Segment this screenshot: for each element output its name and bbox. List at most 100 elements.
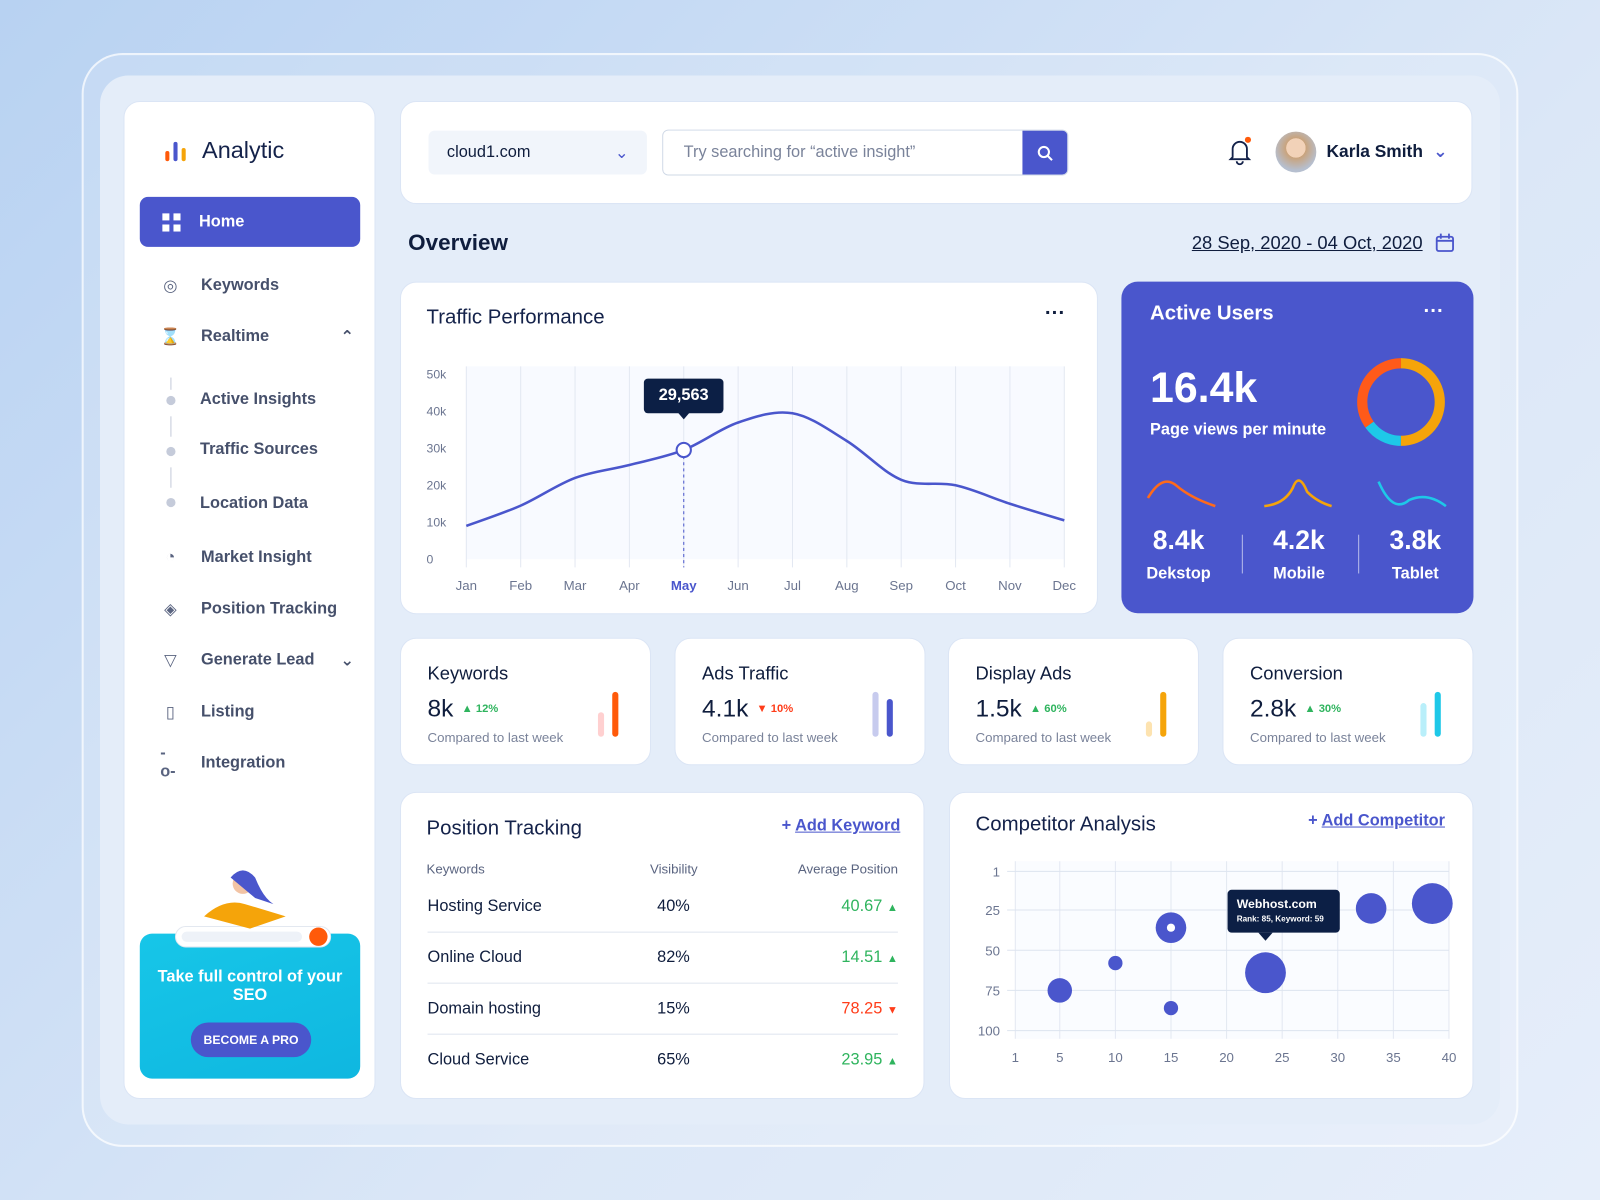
- kpi-change: ▲ 12%: [462, 703, 499, 715]
- position-cell: 40.67 ▲: [753, 897, 898, 915]
- divider: [170, 377, 172, 390]
- filter-icon: ▽: [164, 652, 177, 670]
- calendar-icon: [1435, 233, 1455, 252]
- sidebar-item-active-insights[interactable]: Active Insights: [200, 391, 316, 409]
- divider: [1241, 534, 1243, 574]
- sidebar-item-listing[interactable]: ▯ Listing: [160, 702, 354, 722]
- user-menu[interactable]: Karla Smith ⌄: [1275, 131, 1448, 173]
- logo[interactable]: Analytic: [163, 137, 284, 165]
- bullet: [166, 497, 176, 508]
- search-input[interactable]: [663, 130, 1023, 175]
- sparkline-desktop: [1146, 480, 1216, 508]
- arrow-up-icon: ▲: [1029, 703, 1042, 716]
- sidebar-item-market-insight[interactable]: ◔ Market Insight: [160, 548, 354, 568]
- x-tick-label: Jul: [784, 578, 801, 593]
- more-icon[interactable]: ···: [1423, 300, 1443, 323]
- position-value: 14.51: [841, 948, 883, 966]
- device-donut-chart: [1357, 358, 1445, 446]
- sidebar-item-home[interactable]: Home: [139, 196, 361, 247]
- mobile-label: Mobile: [1273, 565, 1325, 583]
- commit-icon: -o-: [160, 744, 176, 781]
- y-tick-label: 50k: [427, 368, 448, 382]
- x-tick-label: Nov: [998, 578, 1022, 593]
- competitor-scatter-chart: 1 5 10 15 20 25 30 35 401255075100: [978, 861, 1457, 1065]
- date-range-picker[interactable]: 28 Sep, 2020 - 04 Oct, 2020: [1192, 233, 1455, 254]
- sidebar-item-traffic-sources[interactable]: Traffic Sources: [200, 441, 318, 459]
- table-row[interactable]: Hosting Service 40% 40.67 ▲: [427, 882, 898, 933]
- tablet-label: Tablet: [1391, 565, 1439, 583]
- sparkline-mobile: [1264, 479, 1332, 508]
- tablet-value: 3.8k: [1389, 524, 1442, 556]
- table-row[interactable]: Online Cloud 82% 14.51 ▲: [427, 933, 898, 984]
- y-tick-label: 10k: [427, 515, 448, 529]
- kpi-caption: Compared to last week: [1249, 729, 1386, 745]
- mobile-value: 4.2k: [1273, 524, 1325, 556]
- promo-title: Take full control of your SEO: [157, 968, 343, 1005]
- chevron-up-icon: ⌃: [340, 328, 355, 346]
- x-tick-label: 30: [1330, 1050, 1345, 1065]
- device-sparklines: [1146, 479, 1447, 508]
- site-select-value: cloud1.com: [446, 143, 531, 161]
- divider: [170, 467, 172, 488]
- kpi-change-value: 10%: [770, 703, 794, 716]
- bell-icon[interactable]: [1227, 136, 1254, 166]
- kpi-change: ▼ 10%: [756, 703, 793, 715]
- kpi-caption: Compared to last week: [975, 729, 1112, 745]
- sidebar-item-label: Realtime: [201, 327, 270, 345]
- sidebar-item-label: Position Tracking: [201, 599, 338, 618]
- sidebar-item-position-tracking[interactable]: ◈ Position Tracking: [160, 599, 354, 619]
- plot-area: [466, 366, 1065, 560]
- kpi-value: 8k: [427, 694, 454, 723]
- keyword-cell: Domain hosting: [427, 999, 541, 1017]
- x-tick-label: 1: [1012, 1050, 1019, 1065]
- become-pro-button[interactable]: BECOME A PRO: [190, 1022, 312, 1058]
- position-cell: 14.51 ▲: [753, 948, 898, 966]
- search-button[interactable]: [1022, 130, 1068, 175]
- x-tick-label: Sep: [889, 578, 913, 593]
- position-cell: 23.95 ▲: [753, 1051, 898, 1069]
- tooltip-text: Rank: 85, Keyword: 59: [1236, 914, 1324, 924]
- traffic-line-chart: Jan Feb Mar Apr May Jun Jul Aug Sep Oct Nov Dec 0 10k…: [427, 366, 1076, 593]
- sidebar-item-integration[interactable]: -o- Integration: [160, 744, 354, 781]
- x-tick-label: 40: [1442, 1050, 1457, 1065]
- sidebar-item-realtime[interactable]: ⌛ Realtime ⌃: [160, 327, 354, 347]
- clipboard-icon: ▯: [165, 704, 175, 722]
- search-bar: [662, 129, 1069, 176]
- highlight-point: [675, 441, 692, 459]
- kpi-title: Keywords: [427, 663, 509, 684]
- add-keyword-link[interactable]: + Add Keyword: [782, 817, 901, 835]
- promo-illustration: [174, 870, 332, 948]
- y-tick-label: 25: [985, 903, 1000, 918]
- arrow-down-icon: ▼: [756, 703, 768, 716]
- table-row[interactable]: Domain hosting 15% 78.25 ▼: [427, 984, 898, 1035]
- sidebar-item-generate-lead[interactable]: ▽ Generate Lead ⌄: [160, 650, 354, 670]
- sidebar-item-keywords[interactable]: ◎ Keywords: [160, 276, 354, 296]
- kpi-value: 1.5k: [975, 694, 1022, 723]
- y-tick-label: 1: [993, 865, 1000, 880]
- sparkline-tablet: [1377, 481, 1447, 508]
- y-tick-label: 100: [978, 1024, 1000, 1039]
- kpi-card: Ads Traffic 4.1k ▼ 10% Compared to last …: [674, 637, 926, 766]
- kpi-card: Keywords 8k ▲ 12% Compared to last week: [399, 637, 652, 766]
- sidebar-item-location-data[interactable]: Location Data: [200, 495, 308, 513]
- x-tick-label: 15: [1164, 1050, 1179, 1065]
- x-tick-label: May: [671, 578, 697, 593]
- kpi-title: Ads Traffic: [702, 663, 789, 684]
- visibility-cell: 40%: [657, 897, 690, 915]
- x-tick-label: Jun: [727, 578, 748, 593]
- scatter-point: [1108, 955, 1123, 971]
- kpi-change-value: 30%: [1318, 703, 1342, 716]
- chart-tooltip: 29,563: [643, 378, 724, 414]
- site-select[interactable]: cloud1.com ⌄: [428, 130, 647, 175]
- kpi-bar-current: [1434, 691, 1441, 737]
- desktop-value: 8.4k: [1152, 524, 1205, 556]
- hourglass-icon: ⌛: [160, 328, 181, 346]
- kpi-bar-current: [886, 698, 893, 737]
- table-row[interactable]: Cloud Service 65% 23.95 ▲: [428, 1035, 898, 1086]
- tooltip-title: Webhost.com: [1236, 896, 1317, 912]
- add-keyword-label: Add Keyword: [795, 817, 901, 835]
- x-tick-label: Dec: [1052, 578, 1076, 593]
- visibility-cell: 82%: [657, 948, 690, 966]
- arrow-up-icon: ▲: [886, 952, 898, 965]
- bar-chart-icon: [165, 141, 186, 161]
